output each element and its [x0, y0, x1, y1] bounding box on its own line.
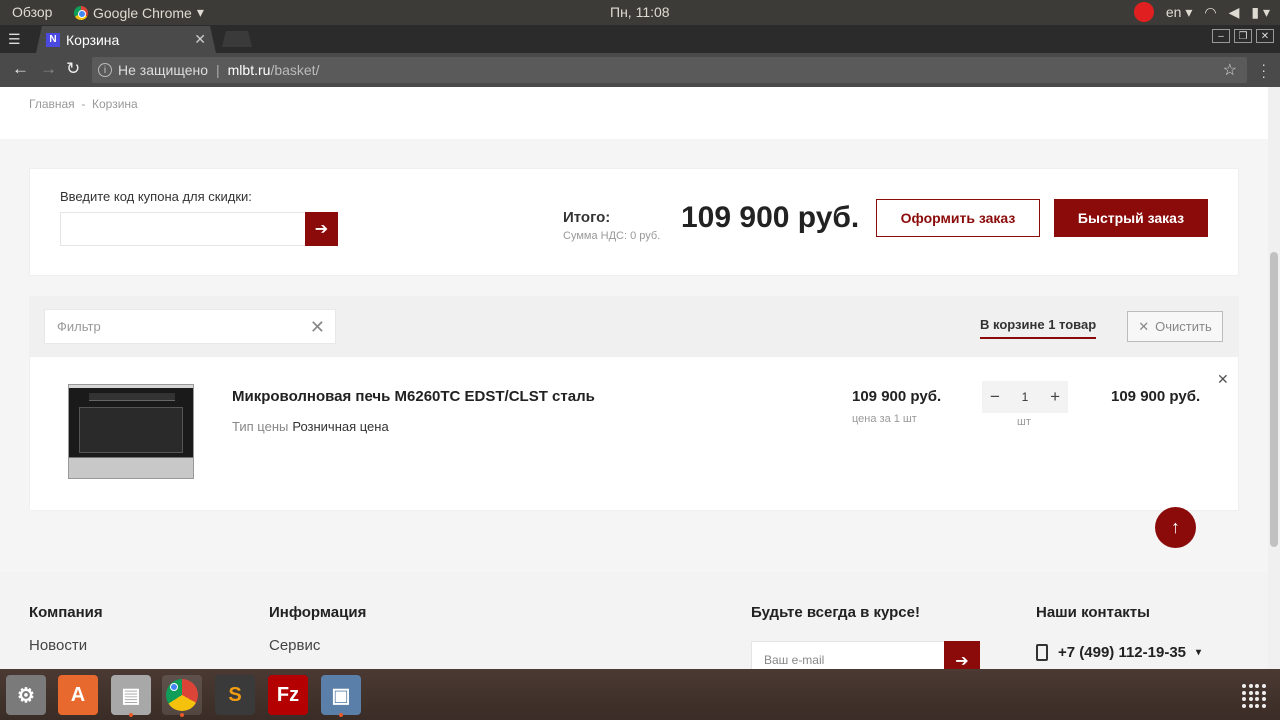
arrow-right-icon: ➔: [314, 221, 329, 238]
row-total-price: 109 900 руб.: [1111, 388, 1201, 405]
tab-basket[interactable]: N Корзина ✕: [36, 26, 216, 53]
footer-link-news[interactable]: Новости: [29, 637, 87, 654]
coupon-input[interactable]: [60, 212, 306, 246]
scroll-to-top-button[interactable]: ↑: [1155, 507, 1196, 548]
oven-panel: [89, 393, 175, 401]
contact-phone[interactable]: +7 (499) 112-19-35 ▾: [1036, 644, 1201, 661]
subscribe-button[interactable]: ➔: [944, 641, 980, 669]
language-indicator[interactable]: en ▾: [1166, 4, 1193, 21]
wifi-icon[interactable]: ◠: [1204, 4, 1216, 21]
phone-icon: [1036, 644, 1048, 661]
oven-door: [79, 407, 183, 453]
arrow-up-icon: ↑: [1171, 517, 1180, 537]
chrome-icon: [74, 5, 88, 20]
chevron-down-icon: ▾: [1196, 647, 1202, 658]
taskbar-dock: ⚙ A ▤ S Fz ▣: [0, 669, 1280, 720]
maximize-icon[interactable]: ❐: [1234, 29, 1252, 43]
plus-icon[interactable]: +: [1050, 387, 1060, 407]
back-icon[interactable]: ←: [12, 59, 29, 79]
battery-icon[interactable]: ▮ ▾: [1251, 4, 1270, 21]
system-top-bar: Обзор Google Chrome ▾ Пн, 11:08 en ▾ ◠ ◀…: [0, 0, 1280, 25]
remove-item-icon[interactable]: ✕: [1217, 371, 1229, 388]
basket-list-header: Фильтр ✕ В корзине 1 товар ✕ Очистить: [29, 296, 1239, 356]
clear-basket-label: Очистить: [1155, 319, 1212, 334]
product-title[interactable]: Микроволновая печь M6260TC EDST/CLST ста…: [232, 388, 595, 405]
show-apps-icon[interactable]: [1242, 684, 1266, 708]
price-type: Тип цены Розничная цена: [232, 419, 389, 434]
chrome-dock-icon[interactable]: [162, 675, 202, 717]
app-menu[interactable]: Google Chrome ▾: [74, 4, 204, 21]
new-tab-button[interactable]: [222, 31, 252, 47]
subscribe-email-input[interactable]: Ваш e-mail: [751, 641, 945, 669]
minimize-icon[interactable]: –: [1212, 29, 1230, 43]
footer-info-title: Информация: [269, 604, 367, 621]
close-icon: ✕: [1138, 318, 1150, 334]
tab-search-icon[interactable]: ☰: [8, 31, 21, 48]
remote-desktop-icon[interactable]: ▣: [321, 675, 361, 717]
coupon-summary-card: Введите код купона для скидки: ➔ Итого: …: [29, 168, 1239, 276]
tab-title: Корзина: [66, 31, 120, 48]
url-host: mlbt.ru: [227, 62, 271, 78]
forward-icon[interactable]: →: [40, 59, 57, 79]
filter-placeholder: Фильтр: [57, 319, 101, 334]
clear-basket-button[interactable]: ✕ Очистить: [1127, 311, 1223, 342]
footer: Компания Новости Информация Сервис Будьт…: [0, 572, 1268, 669]
close-tab-icon[interactable]: ✕: [194, 31, 206, 48]
clear-filter-icon[interactable]: ✕: [310, 317, 325, 338]
phone-number: +7 (499) 112-19-35: [1058, 644, 1187, 661]
vat-amount: Сумма НДС: 0 руб.: [563, 230, 661, 242]
app-name: Google Chrome: [93, 4, 192, 21]
tab-bar: ☰ N Корзина ✕ – ❐ ✕: [0, 25, 1280, 53]
volume-icon[interactable]: ◀: [1229, 4, 1240, 21]
page-viewport: Главная - Корзина Введите код купона для…: [0, 87, 1268, 669]
product-image[interactable]: [68, 384, 194, 479]
quantity-stepper: − 1 +: [982, 381, 1068, 413]
unit-price: 109 900 руб.: [852, 388, 942, 405]
window-controls: – ❐ ✕: [1212, 29, 1274, 43]
close-window-icon[interactable]: ✕: [1256, 29, 1274, 43]
divider: |: [216, 62, 220, 78]
system-settings-icon[interactable]: ⚙: [6, 675, 46, 715]
info-icon[interactable]: i: [98, 63, 112, 77]
arrow-right-icon: ➔: [955, 653, 969, 669]
clock[interactable]: Пн, 11:08: [610, 4, 670, 20]
coupon-label: Введите код купона для скидки:: [60, 189, 252, 204]
subscribe-title: Будьте всегда в курсе!: [751, 604, 920, 621]
site-favicon-icon: N: [46, 32, 60, 47]
bookmark-star-icon[interactable]: ☆: [1223, 60, 1237, 80]
url-path: /basket/: [270, 62, 320, 78]
page-scrollbar[interactable]: [1268, 87, 1280, 669]
quantity-value[interactable]: 1: [1022, 390, 1029, 404]
reload-icon[interactable]: ↻: [66, 59, 80, 79]
software-center-icon[interactable]: A: [58, 675, 98, 715]
quantity-unit: шт: [1017, 416, 1031, 428]
browser-toolbar: ← → ↻ i Не защищено | mlbt.ru /basket/ ☆…: [0, 53, 1280, 87]
breadcrumb[interactable]: Главная - Корзина: [29, 97, 138, 111]
total-label: Итого:: [563, 209, 611, 226]
footer-link-service[interactable]: Сервис: [269, 637, 320, 654]
scrollbar-thumb[interactable]: [1270, 252, 1278, 547]
address-bar[interactable]: i Не защищено | mlbt.ru /basket/ ☆: [92, 57, 1247, 83]
basket-item-row: Микроволновая печь M6260TC EDST/CLST ста…: [29, 356, 1239, 511]
chrome-menu-icon[interactable]: · · ·: [1261, 57, 1266, 83]
sublime-text-icon[interactable]: S: [215, 675, 255, 715]
total-price: 109 900 руб.: [681, 201, 860, 234]
security-status: Не защищено: [118, 62, 208, 78]
basket-count-tab[interactable]: В корзине 1 товар: [980, 317, 1097, 339]
breadcrumb-band: Главная - Корзина: [0, 87, 1268, 139]
files-icon[interactable]: ▤: [111, 675, 151, 717]
filezilla-icon[interactable]: Fz: [268, 675, 308, 715]
contacts-title: Наши контакты: [1036, 604, 1150, 621]
unit-price-note: цена за 1 шт: [852, 413, 917, 425]
filter-input[interactable]: Фильтр ✕: [44, 309, 336, 344]
system-tray: en ▾ ◠ ◀ ▮ ▾: [1133, 2, 1270, 22]
quick-order-button[interactable]: Быстрый заказ: [1054, 199, 1208, 237]
activities-button[interactable]: Обзор: [12, 4, 52, 20]
footer-company-title: Компания: [29, 604, 103, 621]
minus-icon[interactable]: −: [990, 387, 1000, 407]
coupon-apply-button[interactable]: ➔: [305, 212, 338, 246]
chevron-down-icon: ▾: [196, 4, 204, 20]
checkout-button[interactable]: Оформить заказ: [876, 199, 1040, 237]
record-indicator-icon[interactable]: [1133, 2, 1154, 22]
